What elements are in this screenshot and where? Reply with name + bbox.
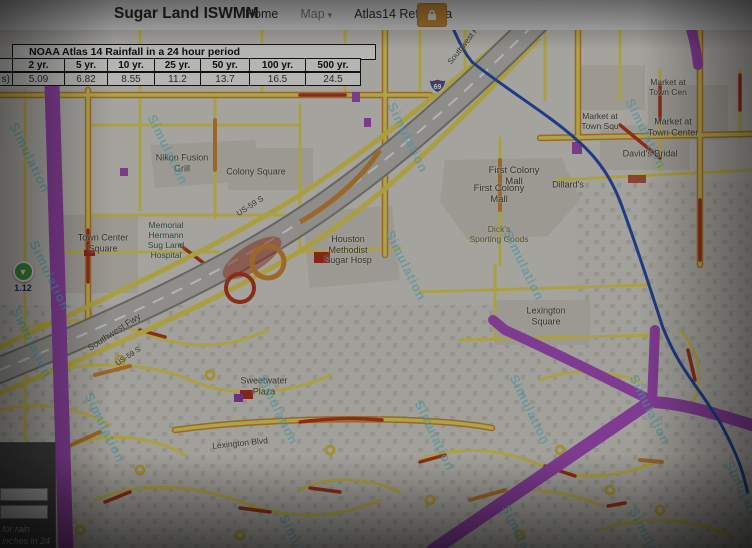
panel-input-field[interactable] — [0, 505, 48, 519]
residential-texture — [0, 305, 752, 548]
app-title: Sugar Land ISWMM — [114, 5, 259, 23]
interstate-69-shield: 69 — [428, 76, 447, 99]
app-window: Nikon Fusion GrillColony SquareMemorial … — [0, 0, 752, 548]
rainfall-row-label — [0, 58, 13, 72]
rainfall-cell: 13.7 — [201, 72, 250, 86]
rainfall-cell: 8.55 — [108, 72, 155, 86]
rainfall-cell: 16.5 — [250, 72, 306, 86]
rainfall-table-value-row: s)5.096.828.5511.213.716.524.5 — [0, 72, 361, 86]
rainfall-cell: 2 yr. — [13, 58, 65, 72]
rainfall-table-header-row: 2 yr.5 yr.10 yr.25 yr.50 yr.100 yr.500 y… — [0, 58, 361, 72]
rainfall-cell: 50 yr. — [201, 58, 250, 72]
rainfall-cell: 500 yr. — [306, 58, 361, 72]
bottom-left-panel: for rain inches in 24 — [0, 442, 56, 548]
rainfall-cell: 11.2 — [155, 72, 201, 86]
rainfall-cell: 100 yr. — [250, 58, 306, 72]
chevron-down-icon: ▾ — [328, 10, 333, 20]
map-marker[interactable]: ▼ 1.12 — [6, 261, 40, 293]
lock-button[interactable] — [417, 3, 447, 27]
rainfall-cell: 5.09 — [13, 72, 65, 86]
rainfall-cell: 24.5 — [306, 72, 361, 86]
panel-caption-line2: inches in 24 — [2, 536, 62, 546]
marker-arrow-down-icon[interactable]: ▼ — [13, 261, 34, 282]
map-canvas[interactable] — [0, 30, 752, 548]
lock-icon — [426, 9, 438, 21]
residential-texture — [575, 180, 752, 320]
panel-caption-line1: for rain — [2, 524, 62, 534]
marker-value: 1.12 — [6, 283, 40, 293]
rainfall-cell: 10 yr. — [108, 58, 155, 72]
panel-input-field[interactable] — [0, 488, 48, 501]
nav-item-map[interactable]: Map▾ — [300, 7, 332, 21]
app-header: Sugar Land ISWMM HomeMap▾Atlas14 Ref. Da… — [0, 0, 752, 30]
rainfall-cell: 5 yr. — [65, 58, 108, 72]
svg-text:69: 69 — [434, 84, 442, 91]
nav-item-home[interactable]: Home — [245, 7, 278, 21]
rainfall-row-label: s) — [0, 72, 13, 86]
screenshot-stage: Nikon Fusion GrillColony SquareMemorial … — [0, 0, 752, 548]
rainfall-cell: 6.82 — [65, 72, 108, 86]
rainfall-cell: 25 yr. — [155, 58, 201, 72]
